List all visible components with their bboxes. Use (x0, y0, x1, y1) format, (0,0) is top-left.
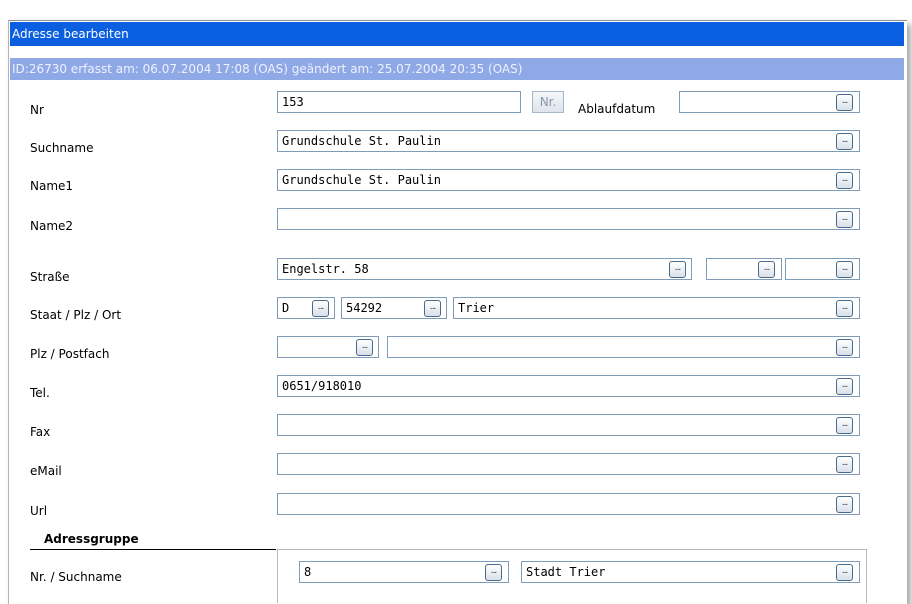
nr-input[interactable]: 153 (277, 91, 521, 113)
strasse-input[interactable]: Engelstr. 58 (277, 258, 692, 280)
ablaufdatum-ellipsis-icon[interactable]: ... (836, 94, 853, 111)
name2-label: Name2 (30, 219, 74, 233)
postfach-ellipsis-icon[interactable]: ... (836, 339, 853, 356)
url-ellipsis-icon[interactable]: ... (836, 496, 853, 513)
fax-ellipsis-icon[interactable]: ... (836, 417, 853, 434)
email-input[interactable] (277, 453, 860, 475)
suchname-ellipsis-icon[interactable]: ... (836, 133, 853, 150)
tel-ellipsis-icon[interactable]: ... (836, 378, 853, 395)
adressgruppe-label: Nr. / Suchname (30, 570, 122, 584)
url-label: Url (30, 504, 48, 518)
strasse-label: Straße (30, 270, 70, 284)
email-ellipsis-icon[interactable]: ... (836, 456, 853, 473)
strasse-ellipsis-icon[interactable]: ... (669, 261, 686, 278)
adressgruppe-nr-input[interactable]: 8 (299, 561, 509, 583)
staat-plz-ort-label: Staat / Plz / Ort (30, 308, 122, 322)
fax-input[interactable] (277, 414, 860, 436)
name1-ellipsis-icon[interactable]: ... (836, 172, 853, 189)
email-label: eMail (30, 464, 62, 478)
postfach-input[interactable] (387, 336, 860, 358)
staat-ellipsis-icon[interactable]: ... (312, 300, 329, 317)
ablaufdatum-label: Ablaufdatum (578, 102, 656, 116)
url-input[interactable] (277, 493, 860, 515)
suchname-input[interactable]: Grundschule St. Paulin (277, 130, 860, 152)
plz-postfach-label: Plz / Postfach (30, 347, 110, 361)
ort-ellipsis-icon[interactable]: ... (836, 300, 853, 317)
strasse-extra2-ellipsis-icon[interactable]: ... (836, 261, 853, 278)
title-separator (10, 46, 904, 58)
adressgruppe-suchname-ellipsis-icon[interactable]: ... (836, 564, 853, 581)
window-title: Adresse bearbeiten (10, 22, 904, 46)
suchname-label: Suchname (30, 141, 94, 155)
ablaufdatum-input[interactable] (679, 91, 860, 113)
name1-input[interactable]: Grundschule St. Paulin (277, 169, 860, 191)
name2-ellipsis-icon[interactable]: ... (836, 211, 853, 228)
adressgruppe-nr-ellipsis-icon[interactable]: ... (485, 564, 502, 581)
plz-ellipsis-icon[interactable]: ... (424, 300, 441, 317)
nr-label: Nr (30, 103, 44, 117)
postfach-plz-ellipsis-icon[interactable]: ... (356, 339, 373, 356)
fax-label: Fax (30, 425, 51, 439)
record-info-bar: ID:26730 erfasst am: 06.07.2004 17:08 (O… (10, 58, 904, 80)
tel-label: Tel. (30, 386, 50, 400)
nr-button[interactable]: Nr. (532, 91, 564, 113)
ort-input[interactable]: Trier (453, 297, 860, 319)
strasse-extra1-ellipsis-icon[interactable]: ... (758, 261, 775, 278)
name1-label: Name1 (30, 179, 74, 193)
adressgruppe-title: Adressgruppe (44, 532, 139, 546)
adressgruppe-suchname-input[interactable]: Stadt Trier (521, 561, 860, 583)
name2-input[interactable] (277, 208, 860, 230)
adressgruppe-divider (30, 549, 276, 550)
tel-input[interactable]: 0651/918010 (277, 375, 860, 397)
